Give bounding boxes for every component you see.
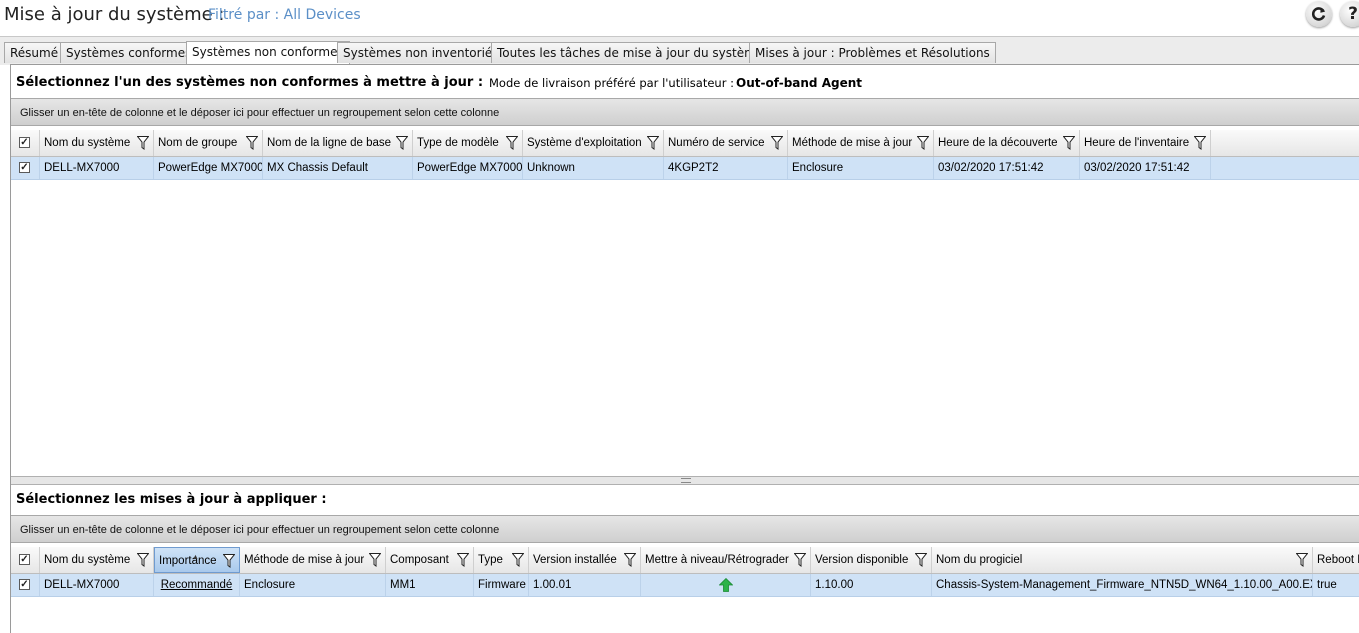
col-header-system-name[interactable]: Nom du système <box>40 547 154 573</box>
filter-funnel-icon[interactable] <box>137 136 149 150</box>
updates-section-title: Sélectionnez les mises à jour à applique… <box>16 492 327 507</box>
cell-system-name: DELL-MX7000 <box>40 157 154 179</box>
col-header-group-name[interactable]: Nom de groupe <box>154 130 263 156</box>
systems-select-all-checkbox[interactable]: ✓ <box>19 137 30 148</box>
filter-funnel-icon[interactable] <box>771 136 783 150</box>
tab-all-update-tasks[interactable]: Toutes les tâches de mise à jour du syst… <box>491 42 770 63</box>
updates-select-all-checkbox[interactable]: ✓ <box>19 554 30 565</box>
refresh-icon <box>1311 7 1326 21</box>
col-header-operating-system[interactable]: Système d'exploitation <box>523 130 664 156</box>
tab-resume[interactable]: Résumé <box>4 42 65 63</box>
filter-funnel-icon[interactable] <box>917 136 929 150</box>
cell-operating-system: Unknown <box>523 157 664 179</box>
filter-funnel-icon[interactable] <box>137 553 149 567</box>
updates-grid-header: ✓ Nom du système ▲ Importance Méthode de… <box>11 547 1359 574</box>
table-row[interactable]: ✓ DELL-MX7000 PowerEdge MX7000 MX Chassi… <box>11 157 1359 180</box>
systems-group-drop-zone[interactable]: Glisser un en-tête de colonne et le dépo… <box>11 98 1359 126</box>
cell-discovery-time: 03/02/2020 17:51:42 <box>934 157 1080 179</box>
col-header-update-method[interactable]: Méthode de mise à jour <box>240 547 386 573</box>
filter-funnel-icon[interactable] <box>647 136 659 150</box>
updates-select-all-cell: ✓ <box>11 547 40 573</box>
upgrade-arrow-icon <box>719 578 733 592</box>
filter-funnel-icon[interactable] <box>915 553 927 567</box>
col-header-upgrade-downgrade[interactable]: Mettre à niveau/Rétrograder <box>641 547 811 573</box>
cell-update-method: Enclosure <box>240 574 386 596</box>
filter-funnel-icon[interactable] <box>512 553 524 567</box>
cell-update-method: Enclosure <box>788 157 934 179</box>
filter-funnel-icon[interactable] <box>794 553 806 567</box>
splitter-grip-icon <box>681 478 691 483</box>
col-header-baseline-name[interactable]: Nom de la ligne de base <box>263 130 413 156</box>
filter-value[interactable]: All Devices <box>284 7 361 23</box>
filter-funnel-icon[interactable] <box>624 553 636 567</box>
cell-model-type: PowerEdge MX7000 <box>413 157 523 179</box>
tab-bar: Résumé Systèmes conformes Systèmes non c… <box>0 36 1359 65</box>
row-select-cell: ✓ <box>11 157 40 179</box>
cell-available-version: 1.10.00 <box>811 574 932 596</box>
filter-funnel-icon[interactable] <box>369 553 381 567</box>
tab-noncompliant-systems[interactable]: Systèmes non conformes <box>186 41 350 64</box>
filter-funnel-icon[interactable] <box>246 136 258 150</box>
delivery-mode-label: Mode de livraison préféré par l'utilisat… <box>489 76 734 90</box>
cell-reboot-required: true <box>1317 579 1337 591</box>
filter-funnel-icon[interactable] <box>223 554 235 568</box>
help-icon: ? <box>1348 4 1358 24</box>
tab-compliant-systems[interactable]: Systèmes conformes <box>60 42 198 63</box>
tab-update-issues[interactable]: Mises à jour : Problèmes et Résolutions <box>749 42 996 63</box>
cell-component: MM1 <box>386 574 474 596</box>
delivery-mode-value: Out-of-band Agent <box>736 76 862 90</box>
cell-service-tag: 4KGP2T2 <box>664 157 788 179</box>
panel-splitter[interactable] <box>11 476 1359 485</box>
systems-section-title: Sélectionnez l'un des systèmes non confo… <box>16 75 484 90</box>
page-title: Mise à jour du système : <box>4 4 225 25</box>
table-row[interactable]: ✓ DELL-MX7000 Recommandé Enclosure MM1 F… <box>11 574 1359 597</box>
page-header: Mise à jour du système : Filtré par : Al… <box>0 0 1359 36</box>
cell-importance-link[interactable]: Recommandé <box>154 574 240 596</box>
filter-label[interactable]: Filtré par : All Devices <box>208 7 361 23</box>
main-panel: Sélectionnez l'un des systèmes non confo… <box>10 64 1359 633</box>
col-header-system-name[interactable]: Nom du système <box>40 130 154 156</box>
cell-upgrade-downgrade <box>641 574 811 596</box>
refresh-button[interactable] <box>1306 1 1332 27</box>
col-header-discovery-time[interactable]: Heure de la découverte <box>934 130 1080 156</box>
row-checkbox[interactable]: ✓ <box>19 579 30 590</box>
sort-ascending-icon: ▲ <box>192 554 199 561</box>
col-header-installed-version[interactable]: Version installée <box>529 547 641 573</box>
col-header-inventory-time[interactable]: Heure de l'inventaire <box>1080 130 1211 156</box>
col-header-reboot-required[interactable]: Reboot R <box>1313 547 1359 573</box>
col-header-update-method[interactable]: Méthode de mise à jour <box>788 130 934 156</box>
tab-non-inventoried-systems[interactable]: Systèmes non inventoriés <box>337 42 505 63</box>
row-checkbox[interactable]: ✓ <box>19 162 30 173</box>
systems-grid-header: ✓ Nom du système Nom de groupe Nom de la… <box>11 130 1359 157</box>
col-header-available-version[interactable]: Version disponible <box>811 547 932 573</box>
cell-baseline-name: MX Chassis Default <box>263 157 413 179</box>
filter-funnel-icon[interactable] <box>1063 136 1075 150</box>
col-header-importance[interactable]: ▲ Importance <box>154 547 240 573</box>
cell-type: Firmware <box>474 574 529 596</box>
filter-funnel-icon[interactable] <box>457 553 469 567</box>
col-header-component[interactable]: Composant <box>386 547 474 573</box>
cell-installed-version: 1.00.01 <box>529 574 641 596</box>
filter-funnel-icon[interactable] <box>396 136 408 150</box>
col-header-service-tag[interactable]: Numéro de service <box>664 130 788 156</box>
col-header-package-name[interactable]: Nom du progiciel <box>932 547 1313 573</box>
systems-select-all-cell: ✓ <box>11 130 40 156</box>
col-header-model-type[interactable]: Type de modèle <box>413 130 523 156</box>
cell-package-name: Chassis-System-Management_Firmware_NTN5D… <box>932 574 1313 596</box>
cell-inventory-time: 03/02/2020 17:51:42 <box>1080 157 1211 179</box>
filter-funnel-icon[interactable] <box>1194 136 1206 150</box>
cell-group-name: PowerEdge MX7000 <box>154 157 263 179</box>
col-header-type[interactable]: Type <box>474 547 529 573</box>
cell-system-name: DELL-MX7000 <box>40 574 154 596</box>
row-select-cell: ✓ <box>11 574 40 596</box>
filter-funnel-icon[interactable] <box>506 136 518 150</box>
updates-group-drop-zone[interactable]: Glisser un en-tête de colonne et le dépo… <box>11 515 1359 543</box>
filter-funnel-icon[interactable] <box>1296 553 1308 567</box>
help-button[interactable]: ? <box>1340 1 1359 27</box>
